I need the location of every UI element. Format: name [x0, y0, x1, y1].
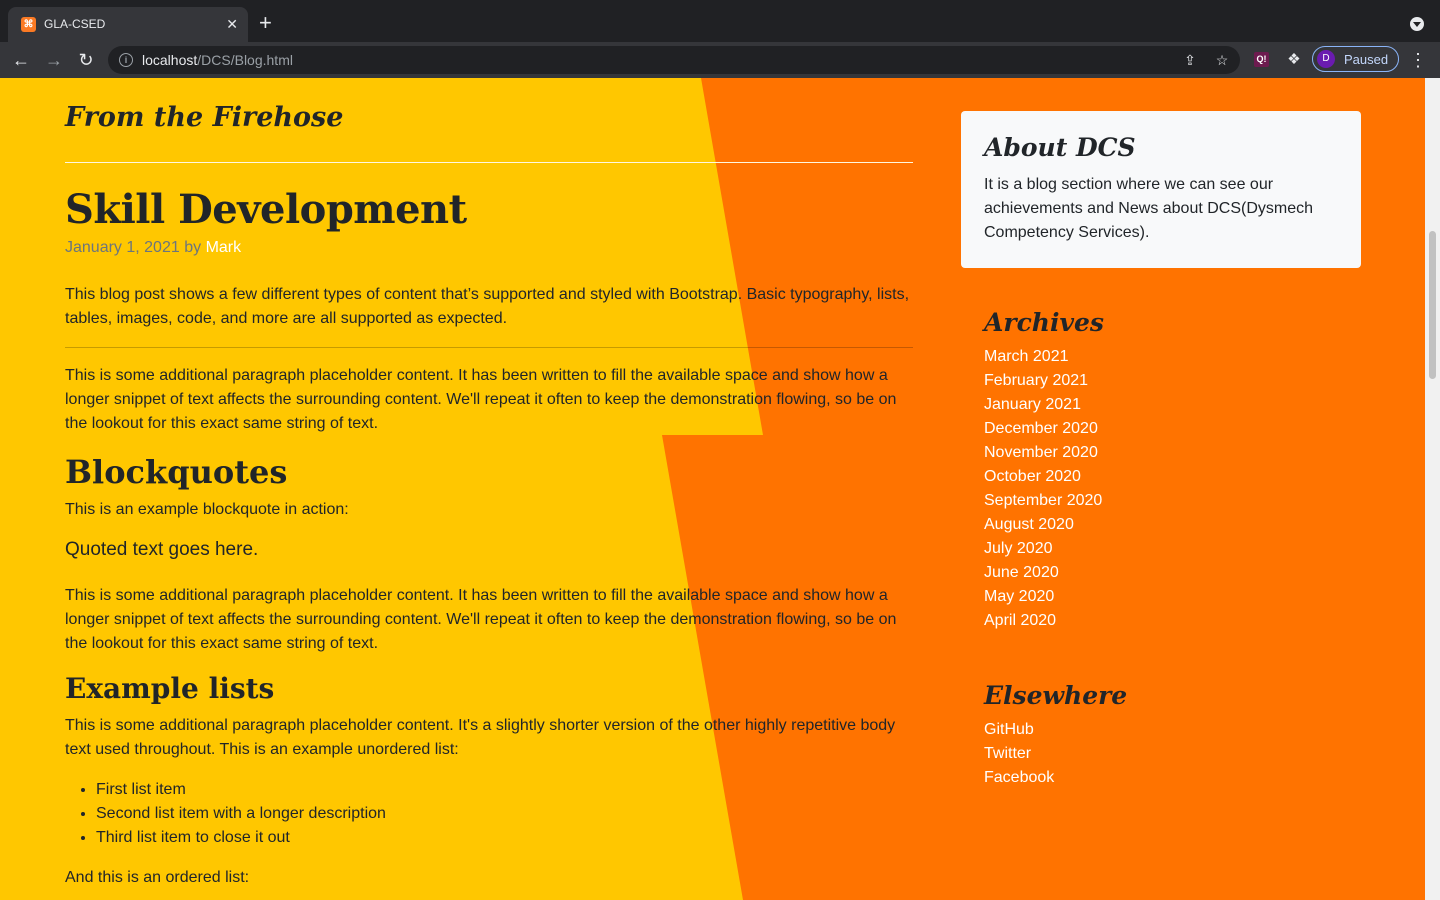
archives-title: Archives	[984, 308, 1104, 337]
info-icon[interactable]: i	[119, 53, 133, 67]
archive-link[interactable]: November 2020	[984, 444, 1098, 461]
archive-link[interactable]: June 2020	[984, 564, 1059, 581]
xampp-icon: ⌘	[21, 17, 36, 32]
archive-link[interactable]: October 2020	[984, 468, 1081, 485]
tab-search-icon[interactable]	[1410, 17, 1424, 31]
back-arrow-icon[interactable]: ←	[9, 48, 33, 72]
paragraph: This is some additional paragraph placeh…	[65, 367, 897, 432]
browser-tab-bar: ⌘ GLA-CSED ✕ +	[0, 0, 1440, 42]
post-title: Skill Development	[65, 186, 467, 233]
scrollbar-thumb[interactable]	[1429, 231, 1436, 379]
about-title: About DCS	[984, 133, 1136, 162]
page-viewport: From the Firehose Skill Development Janu…	[0, 78, 1425, 900]
archives-list: March 2021 February 2021 January 2021 De…	[984, 345, 1102, 633]
star-icon[interactable]: ☆	[1211, 49, 1233, 71]
profile-status: Paused	[1344, 52, 1389, 67]
lists-heading: Example lists	[65, 672, 275, 705]
reload-icon[interactable]: ↻	[74, 48, 98, 72]
list-item: Third list item to close it out	[96, 826, 386, 850]
archive-link[interactable]: May 2020	[984, 588, 1054, 605]
divider	[65, 162, 913, 163]
share-icon[interactable]: ⇪	[1179, 49, 1201, 71]
menu-dots-icon[interactable]: ⋮	[1408, 48, 1428, 72]
page-scrollbar[interactable]	[1425, 78, 1440, 900]
archive-link[interactable]: December 2020	[984, 420, 1098, 437]
paragraph: This is some additional paragraph placeh…	[65, 587, 897, 652]
about-text: It is a blog section where we can see ou…	[984, 176, 1314, 241]
address-bar[interactable]: i localhost/DCS/Blog.html ⇪ ☆	[108, 46, 1240, 74]
new-tab-icon[interactable]: +	[259, 12, 272, 34]
blockquote: Quoted text goes here.	[65, 539, 259, 560]
url-text[interactable]: localhost/DCS/Blog.html	[142, 52, 293, 68]
facebook-link[interactable]: Facebook	[984, 769, 1054, 786]
lists-intro: This is some additional paragraph placeh…	[65, 717, 896, 758]
archive-link[interactable]: July 2020	[984, 540, 1053, 557]
avatar: D	[1317, 50, 1335, 68]
archive-link[interactable]: February 2021	[984, 372, 1088, 389]
elsewhere-title: Elsewhere	[984, 681, 1128, 710]
divider	[65, 347, 913, 348]
profile-button[interactable]: D Paused	[1312, 46, 1399, 72]
post-date: January 1, 2021	[65, 239, 180, 256]
blockquote-intro: This is an example blockquote in action:	[65, 501, 349, 518]
elsewhere-list: GitHub Twitter Facebook	[984, 718, 1054, 790]
list-item: Second list item with a longer descripti…	[96, 802, 386, 826]
archive-link[interactable]: April 2020	[984, 612, 1056, 629]
unordered-list: First list item Second list item with a …	[65, 778, 386, 850]
archive-link[interactable]: March 2021	[984, 348, 1069, 365]
archive-link[interactable]: August 2020	[984, 516, 1074, 533]
tab-title: GLA-CSED	[44, 17, 106, 31]
list-item: First list item	[96, 778, 386, 802]
browser-tab[interactable]: ⌘ GLA-CSED ✕	[8, 7, 248, 42]
about-card: About DCS It is a blog section where we …	[961, 111, 1361, 268]
blockquotes-heading: Blockquotes	[65, 453, 288, 491]
extension-icon[interactable]: Q!	[1254, 52, 1269, 67]
ordered-intro: And this is an ordered list:	[65, 869, 250, 886]
post-by: by	[184, 239, 202, 256]
author-link[interactable]: Mark	[206, 239, 242, 256]
archive-link[interactable]: January 2021	[984, 396, 1081, 413]
puzzle-icon[interactable]: ❖	[1283, 49, 1305, 71]
twitter-link[interactable]: Twitter	[984, 745, 1031, 762]
archive-link[interactable]: September 2020	[984, 492, 1102, 509]
post-meta: January 1, 2021 by Mark	[65, 239, 241, 257]
close-icon[interactable]: ✕	[226, 15, 238, 33]
post-intro: This blog post shows a few different typ…	[65, 286, 910, 327]
section-title: From the Firehose	[65, 102, 344, 133]
github-link[interactable]: GitHub	[984, 721, 1034, 738]
forward-arrow-icon[interactable]: →	[42, 48, 66, 72]
browser-toolbar: ← → ↻ i localhost/DCS/Blog.html ⇪ ☆	[0, 42, 1440, 78]
